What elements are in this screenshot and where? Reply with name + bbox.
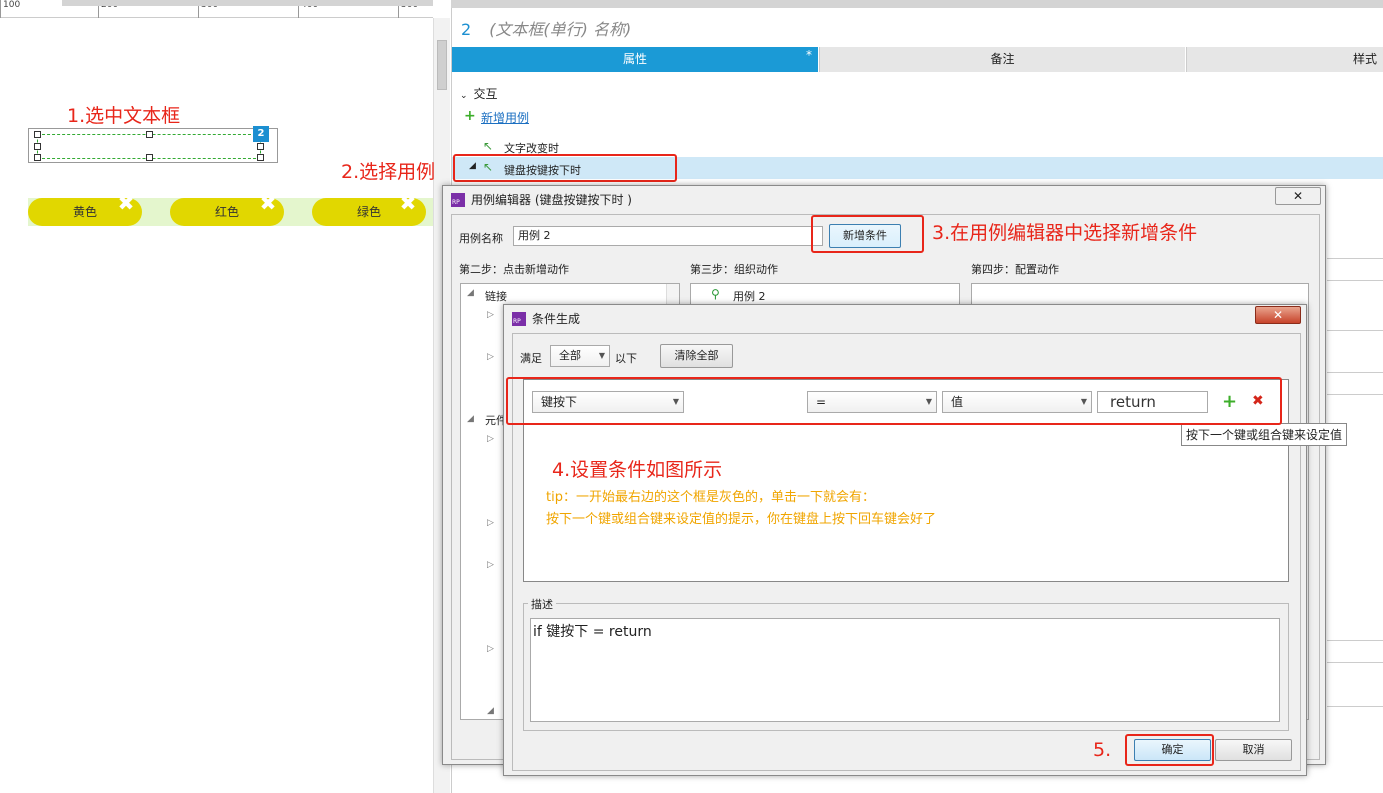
- scrollbar-thumb[interactable]: [437, 40, 447, 90]
- highlight-step4: [506, 377, 1282, 425]
- panel-top-bar: [451, 0, 1383, 8]
- tab-properties[interactable]: 属性 *: [452, 47, 818, 72]
- resize-handle[interactable]: [34, 143, 41, 150]
- resize-handle[interactable]: [257, 154, 264, 161]
- case-editor-titlebar: RP 用例编辑器 (键盘按键按下时 ): [451, 193, 632, 207]
- resize-handle[interactable]: [146, 131, 153, 138]
- cursor-icon: ↖: [483, 139, 494, 153]
- case-name-input[interactable]: 用例 2: [513, 226, 823, 246]
- annotation-step3: 3.在用例编辑器中选择新增条件: [932, 222, 1198, 244]
- condition-titlebar: RP 条件生成: [512, 312, 581, 326]
- cancel-button[interactable]: 取消: [1215, 739, 1292, 761]
- section-interactions[interactable]: ⌄ 交互: [460, 85, 498, 102]
- resize-handle[interactable]: [34, 154, 41, 161]
- collapse-icon[interactable]: ◢: [467, 288, 474, 298]
- highlight-step3: [811, 215, 924, 253]
- tooltip: 按下一个键或组合键来设定值: [1181, 423, 1348, 446]
- close-button[interactable]: ✕: [1255, 306, 1301, 324]
- close-icon[interactable]: ✖: [117, 193, 135, 213]
- case-item[interactable]: 用例 2: [733, 288, 766, 304]
- annotation-step4: 4.设置条件如图所示: [552, 459, 723, 481]
- step3-label: 第三步：组织动作: [690, 263, 778, 276]
- annotation-step5: 5.: [1093, 739, 1112, 761]
- tip-line1: tip：一开始最右边的这个框是灰色的，单击一下就会有：: [546, 490, 875, 505]
- tree-links[interactable]: 链接: [485, 288, 507, 304]
- clear-all-button[interactable]: 清除全部: [660, 344, 733, 368]
- text-box-widget[interactable]: [28, 128, 278, 163]
- chevron-down-icon: ⌄: [460, 91, 468, 101]
- ruler-label: 100: [0, 0, 20, 18]
- interaction-badge: 2: [253, 126, 269, 142]
- resize-handle[interactable]: [34, 131, 41, 138]
- ruler-selection-band: [62, 0, 433, 6]
- rp-icon: RP: [512, 312, 526, 326]
- close-icon[interactable]: ✖: [399, 193, 417, 213]
- description-label: 描述: [528, 596, 556, 612]
- description-text: if 键按下 = return: [530, 618, 1280, 722]
- match-select[interactable]: 全部 ▼: [550, 345, 610, 367]
- annotation-step2: 2.选择用例: [341, 161, 436, 183]
- step4-label: 第四步：配置动作: [971, 263, 1059, 276]
- rp-icon: RP: [451, 193, 465, 207]
- close-button[interactable]: ✕: [1275, 187, 1321, 205]
- tip-line2: 按下一个键或组合键来设定值的提示，你在键盘上按下回车键会好了: [546, 512, 937, 527]
- below-label: 以下: [615, 352, 637, 365]
- widget-number: 2: [461, 20, 472, 39]
- tab-style[interactable]: 样式: [1186, 47, 1383, 72]
- widget-name: (文本框(单行) 名称): [489, 20, 632, 39]
- resize-handle[interactable]: [146, 154, 153, 161]
- plus-icon: +: [464, 108, 476, 124]
- highlight-step5: [1125, 734, 1214, 766]
- case-icon: ⚲: [711, 287, 720, 301]
- case-name-label: 用例名称: [459, 232, 503, 245]
- close-icon[interactable]: ✖: [259, 193, 277, 213]
- add-case-link[interactable]: 新增用例: [481, 109, 529, 126]
- annotation-step1: 1.选中文本框: [67, 105, 181, 127]
- chevron-down-icon: ▼: [598, 351, 605, 360]
- resize-handle[interactable]: [257, 143, 264, 150]
- tab-notes[interactable]: 备注: [819, 47, 1185, 72]
- step2-label: 第二步：点击新增动作: [459, 263, 569, 276]
- satisfy-label: 满足: [520, 352, 542, 365]
- panel-title: 2 (文本框(单行) 名称): [461, 16, 631, 40]
- highlight-step2: [453, 154, 677, 182]
- condition-dialog: RP 条件生成 ✕ 满足 全部 ▼ 以下 清除全部 键按下 ▼ = ▼ 值 ▼ retur…: [503, 304, 1348, 776]
